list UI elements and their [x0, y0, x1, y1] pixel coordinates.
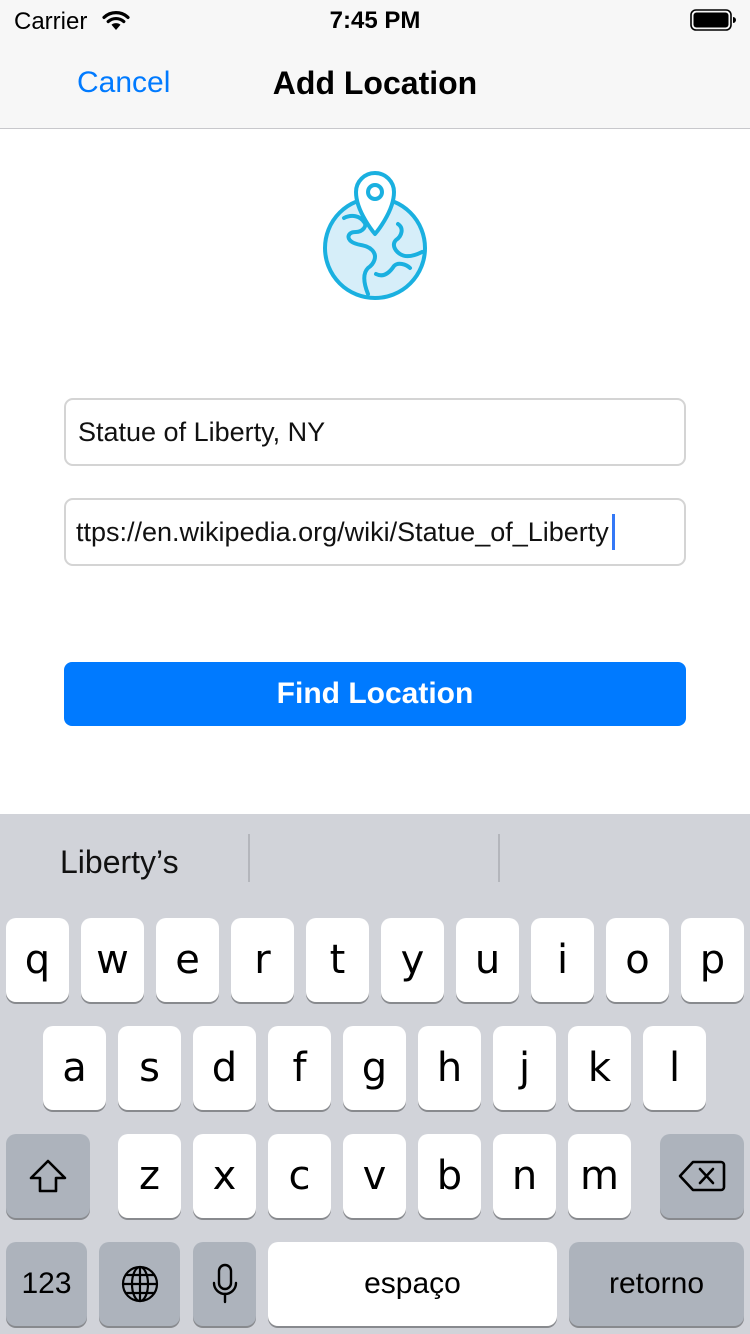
suggestion-divider	[248, 834, 250, 882]
key-i[interactable]: i	[531, 918, 594, 1002]
microphone-icon	[212, 1263, 237, 1304]
url-field-value: ttps://en.wikipedia.org/wiki/Statue_of_L…	[76, 516, 609, 547]
battery-icon	[690, 9, 736, 31]
key-q[interactable]: q	[6, 918, 69, 1002]
key-k[interactable]: k	[568, 1026, 631, 1110]
globe-icon	[121, 1265, 158, 1303]
key-o[interactable]: o	[606, 918, 669, 1002]
key-j[interactable]: j	[493, 1026, 556, 1110]
suggestion-item[interactable]: Liberty’s	[60, 844, 179, 881]
key-s[interactable]: s	[118, 1026, 181, 1110]
suggestion-bar: Liberty’s	[0, 814, 750, 906]
return-key[interactable]: retorno	[569, 1242, 744, 1326]
page-title: Add Location	[272, 65, 478, 101]
key-y[interactable]: y	[381, 918, 444, 1002]
key-l[interactable]: l	[643, 1026, 706, 1110]
key-d[interactable]: d	[193, 1026, 256, 1110]
key-f[interactable]: f	[268, 1026, 331, 1110]
location-field-value: Statue of Liberty, NY	[78, 416, 326, 447]
dictation-key[interactable]	[193, 1242, 256, 1326]
text-caret	[611, 514, 615, 550]
key-w[interactable]: w	[81, 918, 144, 1002]
key-b[interactable]: b	[418, 1134, 481, 1218]
key-v[interactable]: v	[343, 1134, 406, 1218]
shift-key[interactable]	[6, 1134, 90, 1218]
key-u[interactable]: u	[456, 918, 519, 1002]
url-field[interactable]: ttps://en.wikipedia.org/wiki/Statue_of_L…	[64, 498, 686, 566]
find-location-button[interactable]: Find Location	[64, 662, 686, 726]
status-bar: Carrier 7:45 PM	[0, 0, 750, 40]
key-c[interactable]: c	[268, 1134, 331, 1218]
numbers-key[interactable]: 123	[6, 1242, 87, 1326]
key-p[interactable]: p	[681, 918, 744, 1002]
key-e[interactable]: e	[156, 918, 219, 1002]
key-g[interactable]: g	[343, 1026, 406, 1110]
location-field[interactable]: Statue of Liberty, NY	[64, 398, 686, 466]
shift-icon	[29, 1159, 67, 1193]
keyboard: Liberty’s q w e r t y u i o p a s d f g …	[0, 814, 750, 1334]
delete-key[interactable]	[660, 1134, 744, 1218]
key-h[interactable]: h	[418, 1026, 481, 1110]
key-t[interactable]: t	[306, 918, 369, 1002]
screen: Carrier 7:45 PM Cancel Add Location Stat…	[0, 0, 750, 1334]
suggestion-divider	[498, 834, 500, 882]
key-r[interactable]: r	[231, 918, 294, 1002]
navigation-bar: Cancel Add Location	[0, 40, 750, 129]
key-x[interactable]: x	[193, 1134, 256, 1218]
key-n[interactable]: n	[493, 1134, 556, 1218]
key-m[interactable]: m	[568, 1134, 631, 1218]
globe-pin-icon	[323, 171, 427, 300]
key-a[interactable]: a	[43, 1026, 106, 1110]
delete-icon	[678, 1160, 726, 1192]
language-key[interactable]	[99, 1242, 180, 1326]
clock: 7:45 PM	[329, 7, 421, 34]
key-z[interactable]: z	[118, 1134, 181, 1218]
space-key[interactable]: espaço	[268, 1242, 557, 1326]
